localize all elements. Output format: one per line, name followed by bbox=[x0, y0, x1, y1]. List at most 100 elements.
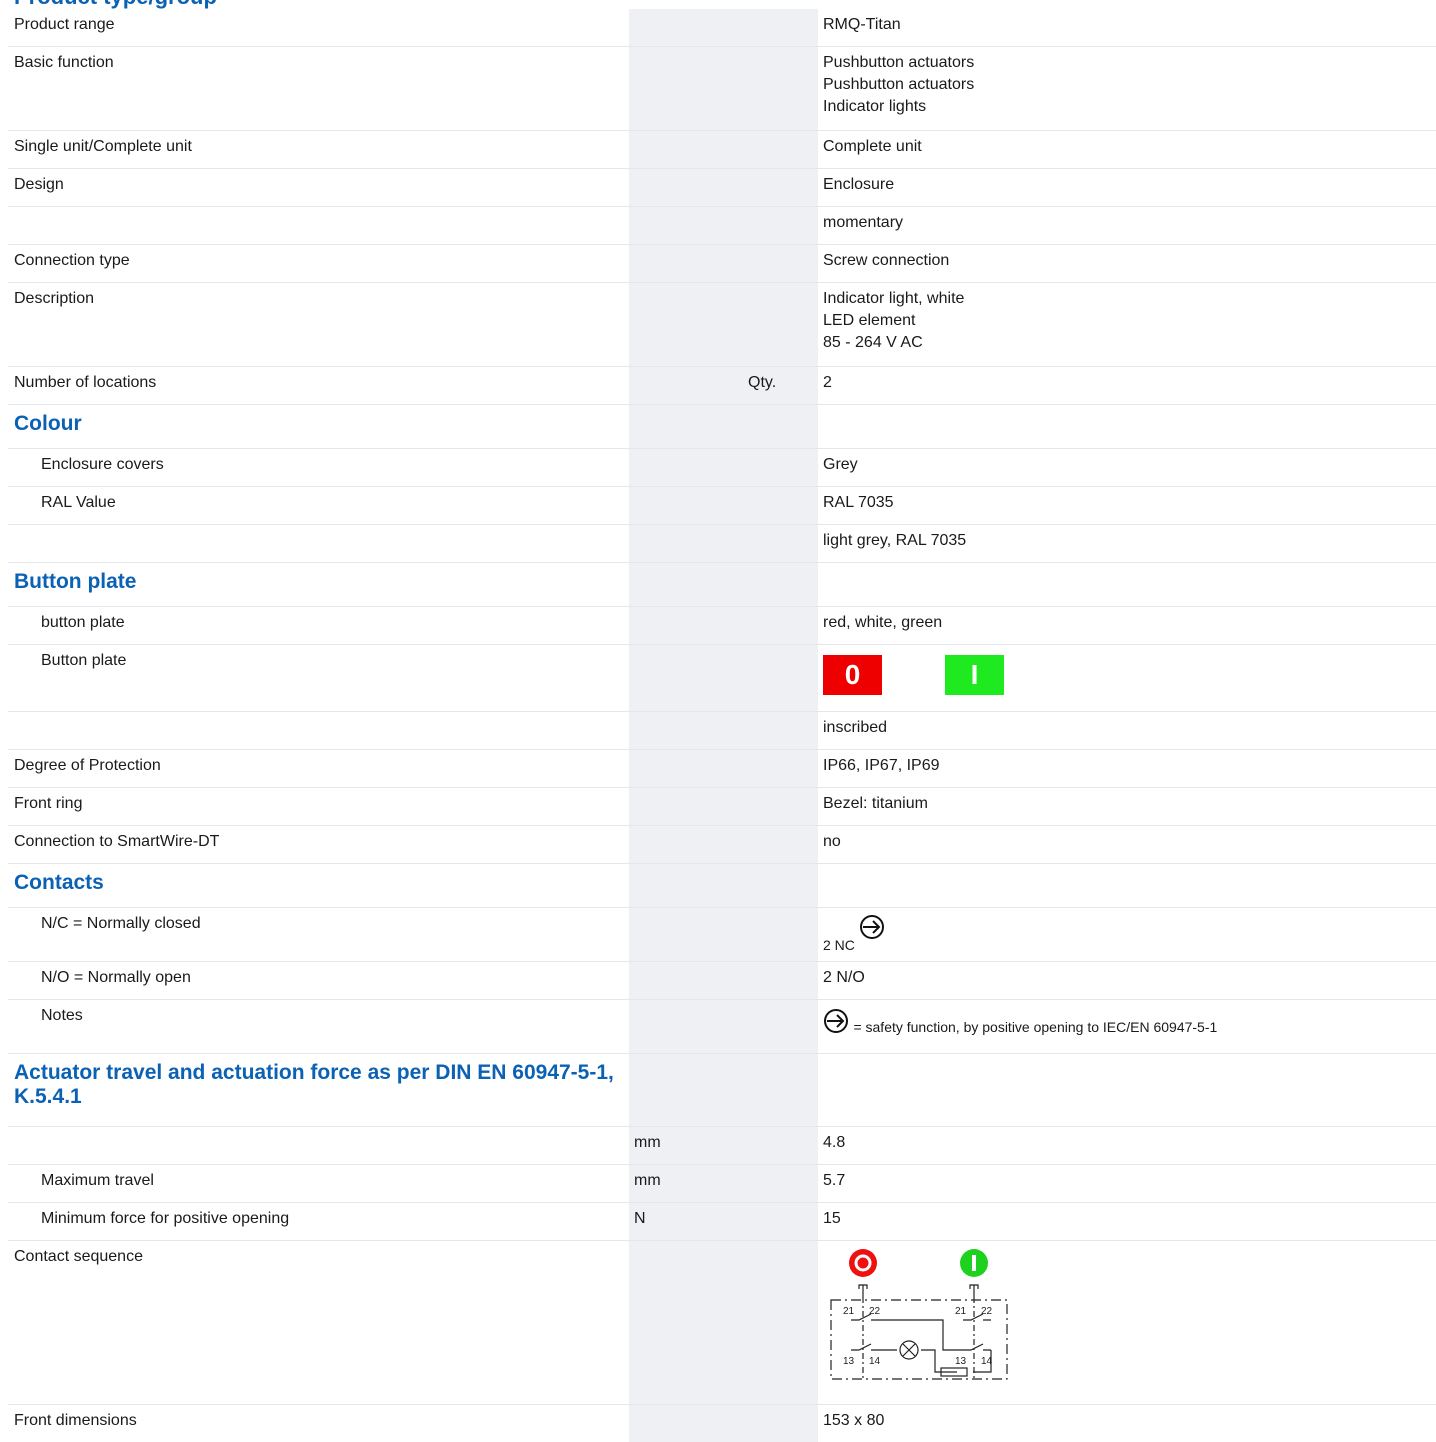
row-value: Pushbutton actuators Pushbutton actuator… bbox=[823, 54, 975, 115]
row-value: 2 bbox=[823, 374, 832, 391]
row-ral-value: RAL Value RAL 7035 bbox=[8, 487, 1436, 525]
section-heading: Actuator travel and actuation force as p… bbox=[14, 1061, 614, 1108]
row-single-complete-unit: Single unit/Complete unit Complete unit bbox=[8, 131, 1436, 169]
row-label: Notes bbox=[41, 1007, 83, 1024]
row-value: Indicator light, white LED element 85 - … bbox=[823, 290, 965, 351]
row-label: Enclosure covers bbox=[41, 456, 164, 473]
section-contacts: Contacts bbox=[8, 864, 1436, 908]
row-label: Front dimensions bbox=[14, 1412, 137, 1429]
row-front-dimensions: Front dimensions 153 x 80 bbox=[8, 1405, 1436, 1441]
row-connection-type: Connection type Screw connection bbox=[8, 245, 1436, 283]
terminal-label: 22 bbox=[869, 1306, 881, 1317]
row-value: Complete unit bbox=[823, 138, 922, 155]
row-value: inscribed bbox=[823, 719, 888, 736]
row-minimum-force: Minimum force for positive opening N 15 bbox=[8, 1203, 1436, 1241]
terminal-label: 13 bbox=[955, 1356, 967, 1367]
button-plate-image: 0I bbox=[823, 645, 1004, 695]
row-label bbox=[14, 207, 624, 212]
row-label: Minimum force for positive opening bbox=[41, 1210, 290, 1227]
row-value: 2 N/O bbox=[823, 969, 865, 986]
row-value: Grey bbox=[823, 456, 858, 473]
row-maximum-travel: Maximum travel mm 5.7 bbox=[8, 1165, 1436, 1203]
section-button-plate: Button plate bbox=[8, 563, 1436, 607]
section-heading: Contacts bbox=[14, 871, 104, 894]
row-front-ring: Front ring Bezel: titanium bbox=[8, 788, 1436, 826]
row-label: Button plate bbox=[41, 652, 127, 669]
row-label: N/C = Normally closed bbox=[41, 915, 201, 932]
row-basic-function: Basic function Pushbutton actuators Push… bbox=[8, 47, 1436, 131]
row-unit: mm bbox=[634, 1134, 661, 1151]
row-product-range: Product range RMQ-Titan bbox=[8, 9, 1436, 47]
row-description: Description Indicator light, white LED e… bbox=[8, 283, 1436, 367]
row-label: Contact sequence bbox=[14, 1248, 143, 1265]
row-label: Design bbox=[14, 176, 64, 193]
row-label: button plate bbox=[41, 614, 125, 631]
row-label: Connection to SmartWire-DT bbox=[14, 833, 220, 850]
row-value: 5.7 bbox=[823, 1172, 846, 1189]
terminal-label: 21 bbox=[955, 1306, 967, 1317]
button-plate-red-zero: 0 bbox=[823, 655, 882, 695]
section-colour: Colour bbox=[8, 405, 1436, 449]
row-contact-sequence: Contact sequence O I bbox=[8, 1241, 1436, 1405]
row-smartwire-dt: Connection to SmartWire-DT no bbox=[8, 826, 1436, 864]
row-button-plate-colours: button plate red, white, green bbox=[8, 607, 1436, 645]
row-label bbox=[41, 525, 651, 530]
product-data-sheet: Product range RMQ-Titan Basic function P… bbox=[8, 9, 1436, 1441]
row-number-of-locations: Number of locations Qty. 2 bbox=[8, 367, 1436, 405]
row-travel: mm 4.8 bbox=[8, 1127, 1436, 1165]
row-value: red, white, green bbox=[823, 614, 943, 631]
row-button-plate-image: Button plate 0I bbox=[8, 645, 1436, 712]
row-label: Product range bbox=[14, 16, 115, 33]
row-value: 15 bbox=[823, 1210, 841, 1227]
row-value: IP66, IP67, IP69 bbox=[823, 757, 940, 774]
row-design: Design Enclosure bbox=[8, 169, 1436, 207]
row-label: Single unit/Complete unit bbox=[14, 138, 192, 155]
row-label: Front ring bbox=[14, 795, 83, 812]
row-ral-description: light grey, RAL 7035 bbox=[8, 525, 1436, 563]
terminal-label: 22 bbox=[981, 1306, 993, 1317]
clipped-section-heading: Product type/group bbox=[14, 0, 217, 8]
positive-opening-icon bbox=[823, 1008, 849, 1034]
terminal-label: 14 bbox=[869, 1356, 881, 1367]
row-value: Enclosure bbox=[823, 176, 895, 193]
row-normally-closed: N/C = Normally closed 2 NC bbox=[8, 908, 1436, 962]
row-unit: mm bbox=[634, 1172, 661, 1189]
row-value: no bbox=[823, 833, 841, 850]
row-value: = safety function, by positive opening t… bbox=[823, 1000, 1217, 1041]
row-inscribed: inscribed bbox=[8, 712, 1436, 750]
row-unit: N bbox=[634, 1210, 646, 1227]
row-unit: Qty. bbox=[748, 374, 777, 391]
row-value: RMQ-Titan bbox=[823, 16, 901, 33]
row-normally-open: N/O = Normally open 2 N/O bbox=[8, 962, 1436, 1000]
row-label: Description bbox=[14, 290, 95, 307]
row-value: Bezel: titanium bbox=[823, 795, 928, 812]
row-label bbox=[41, 1127, 651, 1132]
terminal-label: 21 bbox=[843, 1306, 855, 1317]
row-value: 4.8 bbox=[823, 1134, 846, 1151]
row-value: 2 NC bbox=[823, 908, 885, 953]
row-value: light grey, RAL 7035 bbox=[823, 532, 967, 549]
row-value: RAL 7035 bbox=[823, 494, 894, 511]
terminal-label: 13 bbox=[843, 1356, 855, 1367]
contact-sequence-diagram: O I 21 22 13 bbox=[823, 1241, 1023, 1404]
row-design-mode: momentary bbox=[8, 207, 1436, 245]
row-value: 153 x 80 bbox=[823, 1412, 885, 1429]
row-label: N/O = Normally open bbox=[41, 969, 191, 986]
row-value: Screw connection bbox=[823, 252, 950, 269]
row-notes: Notes = safety function, by positive ope… bbox=[8, 1000, 1436, 1054]
row-degree-of-protection: Degree of Protection IP66, IP67, IP69 bbox=[8, 750, 1436, 788]
terminal-label: 14 bbox=[981, 1356, 993, 1367]
row-label: Maximum travel bbox=[41, 1172, 154, 1189]
row-enclosure-covers: Enclosure covers Grey bbox=[8, 449, 1436, 487]
row-label bbox=[41, 712, 651, 717]
row-label: RAL Value bbox=[41, 494, 116, 511]
row-label: Connection type bbox=[14, 252, 130, 269]
section-heading: Colour bbox=[14, 412, 82, 435]
row-label: Degree of Protection bbox=[14, 757, 161, 774]
section-heading: Button plate bbox=[14, 570, 137, 593]
positive-opening-icon bbox=[859, 914, 885, 940]
row-label: Basic function bbox=[14, 54, 114, 71]
row-label: Number of locations bbox=[14, 374, 157, 391]
section-actuator-travel: Actuator travel and actuation force as p… bbox=[8, 1054, 1436, 1127]
button-plate-green-one: I bbox=[945, 655, 1004, 695]
